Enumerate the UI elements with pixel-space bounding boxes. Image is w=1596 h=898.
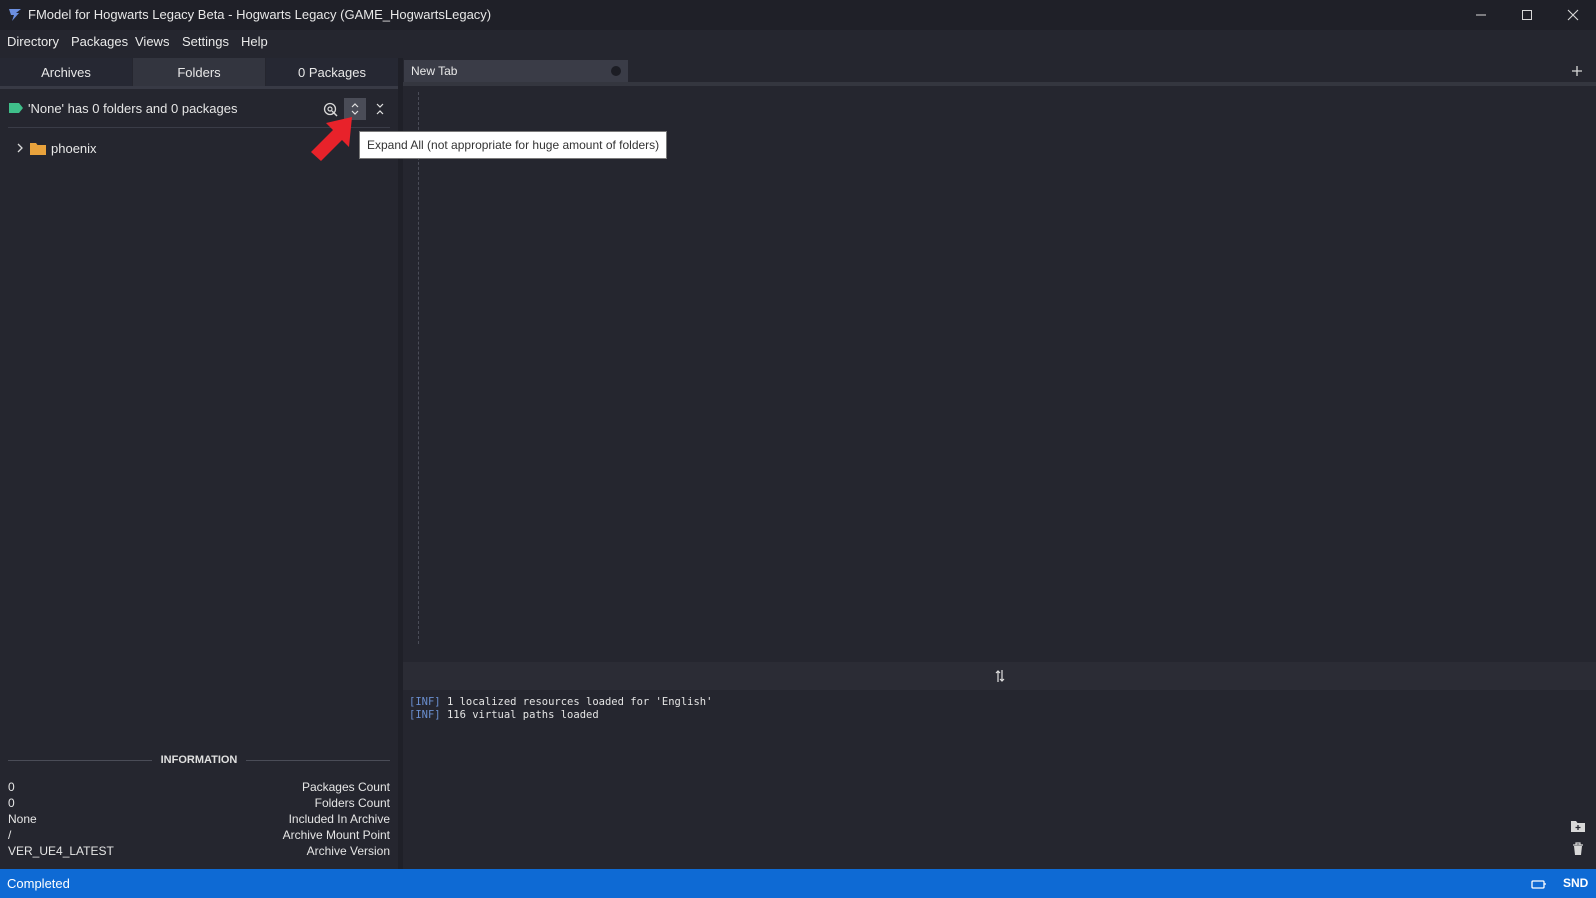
info-label: Archive Version xyxy=(306,844,390,858)
status-snd-label: SND xyxy=(1563,876,1589,890)
window-title: FModel for Hogwarts Legacy Beta - Hogwar… xyxy=(28,7,492,22)
menu-directory[interactable]: Directory xyxy=(7,34,59,49)
log-text: 1 localized resources loaded for 'Englis… xyxy=(446,696,713,708)
menu-help[interactable]: Help xyxy=(241,34,268,49)
swap-vertical-icon xyxy=(995,670,1004,682)
annotation-arrow-icon xyxy=(311,117,352,161)
log-text: 116 virtual paths loaded xyxy=(446,709,599,721)
info-value: / xyxy=(8,828,12,842)
folder-hint: 'None' has 0 folders and 0 packages xyxy=(28,101,238,116)
info-label: Included In Archive xyxy=(288,812,390,826)
info-value: None xyxy=(8,812,37,826)
chevron-right-icon[interactable] xyxy=(14,142,26,154)
collapse-all-button[interactable] xyxy=(369,98,391,120)
close-button[interactable] xyxy=(1550,0,1596,30)
tag-icon xyxy=(9,103,23,113)
status-text: Completed xyxy=(7,876,70,891)
close-icon xyxy=(1567,9,1579,21)
info-label: Folders Count xyxy=(314,796,390,810)
collapse-all-icon xyxy=(376,103,384,115)
tab-underline xyxy=(0,86,398,89)
open-folder-button[interactable] xyxy=(1567,815,1589,837)
tree-item-phoenix[interactable]: phoenix xyxy=(14,138,97,158)
log-tag: [INF] xyxy=(409,696,441,708)
left-panel xyxy=(0,58,398,869)
plus-icon xyxy=(1572,66,1582,76)
menu-settings[interactable]: Settings xyxy=(182,34,229,49)
trash-icon xyxy=(1573,842,1583,855)
log-tag: [INF] xyxy=(409,709,441,721)
editor-top-border xyxy=(403,82,1596,86)
info-label: Archive Mount Point xyxy=(282,828,390,842)
log-splitter[interactable] xyxy=(403,662,1596,690)
info-value: 0 xyxy=(8,780,15,794)
clear-log-button[interactable] xyxy=(1567,838,1589,860)
minimize-icon xyxy=(1476,14,1486,16)
info-divider-right xyxy=(246,760,390,761)
tab-close-icon[interactable] xyxy=(611,66,621,76)
tree-item-label: phoenix xyxy=(51,140,97,156)
log-line: [INF] 1 localized resources loaded for '… xyxy=(409,696,712,708)
keyboard-icon[interactable] xyxy=(1531,879,1547,891)
menu-views[interactable]: Views xyxy=(135,34,169,49)
tab-label: New Tab xyxy=(411,64,458,78)
maximize-button[interactable] xyxy=(1504,0,1550,30)
maximize-icon xyxy=(1522,10,1532,20)
minimize-button[interactable] xyxy=(1458,0,1504,30)
status-bar xyxy=(0,869,1596,898)
code-editor[interactable] xyxy=(404,88,1596,662)
expand-all-tooltip: Expand All (not appropriate for huge amo… xyxy=(359,131,668,159)
add-tab-button[interactable] xyxy=(1568,62,1586,80)
fmodel-logo-icon xyxy=(9,9,21,21)
folder-icon xyxy=(30,142,46,155)
tab-folders[interactable]: Folders xyxy=(133,58,265,86)
editor-gutter-line xyxy=(418,92,420,644)
info-label: Packages Count xyxy=(301,780,390,794)
log-panel: [INF] 1 localized resources loaded for '… xyxy=(403,690,1596,869)
log-line: [INF] 116 virtual paths loaded xyxy=(409,709,599,721)
folder-open-icon xyxy=(1571,821,1585,832)
tab-archives[interactable]: Archives xyxy=(0,58,132,86)
menu-bar xyxy=(0,30,1596,58)
info-value: VER_UE4_LATEST xyxy=(8,844,114,858)
menu-packages[interactable]: Packages xyxy=(71,34,128,49)
tab-new-tab[interactable]: New Tab xyxy=(404,60,628,82)
tab-packages[interactable]: 0 Packages xyxy=(266,58,398,86)
info-value: 0 xyxy=(8,796,15,810)
